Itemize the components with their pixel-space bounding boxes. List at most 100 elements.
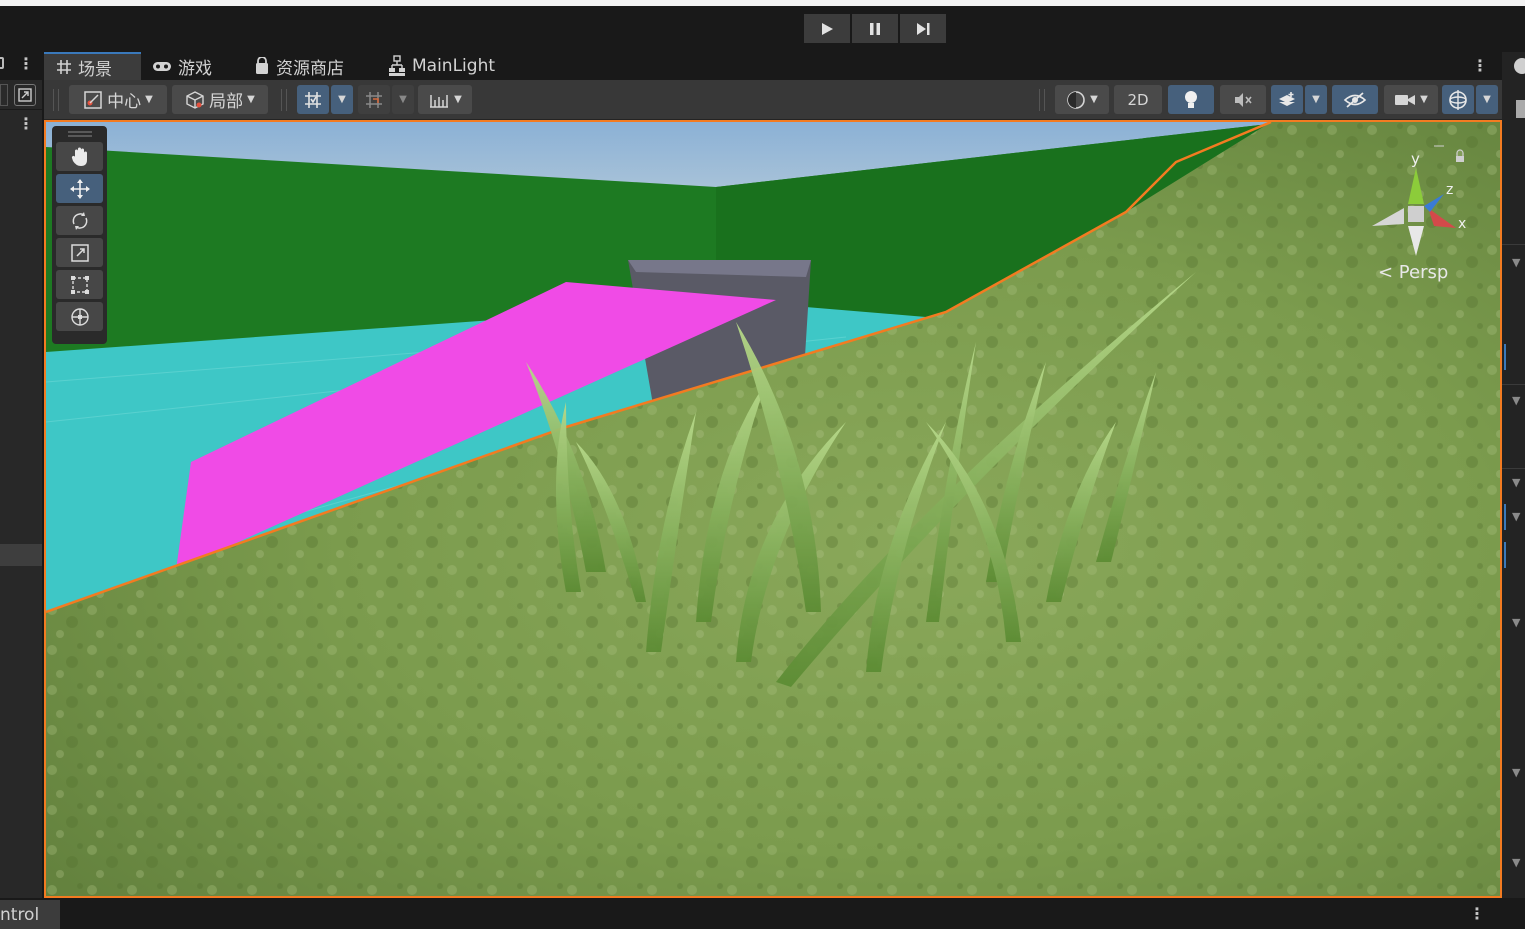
bottom-panel-tab-bar: ntrol ⋮ [0,898,1525,929]
scene-toolbar: 中心 ▼ 局部 ▼ ▼ ▼ ▼ ▼ 2D ▼ ▼ ▼ [44,80,1502,120]
play-controls [804,14,946,43]
tab-label: 场景 [78,59,112,80]
lighting-toggle[interactable] [1168,85,1214,114]
palette-drag-handle[interactable] [56,129,103,139]
effects-toggle[interactable] [1271,85,1303,114]
move-tool-button[interactable] [56,174,103,203]
selected-row[interactable] [0,544,42,566]
transform-tool-button[interactable] [56,302,103,331]
shading-mode-dropdown[interactable]: ▼ [1055,85,1109,114]
grid-snap-icon [303,90,323,110]
mode-2d-label: 2D [1127,90,1149,109]
panel-divider [1502,244,1525,245]
axis-neg-x-cone[interactable] [1372,208,1404,226]
pause-button[interactable] [852,14,898,43]
kebab-menu-icon[interactable]: ⋮ [1472,56,1488,75]
scene-viewport[interactable]: y z x < Persp [44,120,1502,898]
tab-label: MainLight [412,56,496,76]
shading-sphere-icon [1066,90,1086,110]
gizmos-dropdown[interactable]: ▼ [1476,85,1498,114]
increment-snap-toggle[interactable] [358,85,390,114]
hierarchy-panel: ⋮ ⋮ [0,52,42,898]
hierarchy-tab-header: ⋮ [0,52,42,80]
toolbar-separator [281,89,287,111]
step-button[interactable] [900,14,946,43]
effects-dropdown[interactable]: ▼ [1305,85,1327,114]
grid-snapping-dropdown[interactable]: ▼ [331,85,353,114]
lock-icon[interactable] [0,57,4,69]
pivot-dropdown[interactable]: 中心 ▼ [69,85,167,114]
search-field-edge[interactable] [0,84,8,106]
rect-transform-icon [69,274,91,296]
foldout-arrow-icon[interactable]: ▼ [1512,394,1520,407]
hand-tool-button[interactable] [56,142,103,171]
increment-snap-dropdown[interactable]: ▼ [392,85,414,114]
scene-visibility-toggle[interactable] [1332,85,1378,114]
camera-dropdown[interactable]: ▼ [1384,85,1438,114]
foldout-arrow-icon[interactable]: ▼ [1512,476,1520,489]
scene-grid-icon [56,59,72,75]
foldout-arrow-icon[interactable]: ▼ [1512,256,1520,269]
kebab-menu-icon[interactable]: ⋮ [18,54,34,73]
ruler-dropdown[interactable]: ▼ [418,85,472,114]
panel-divider [1502,384,1525,385]
chevron-down-icon: ▼ [145,94,153,105]
scale-tool-button[interactable] [56,238,103,267]
space-label: 局部 [209,92,244,112]
chevron-down-icon: ▼ [247,94,255,105]
tab-asset-store[interactable]: 资源商店 [254,52,344,80]
tab-control[interactable]: ntrol [0,900,60,929]
foldout-arrow-icon[interactable]: ▼ [1512,856,1520,869]
foldout-arrow-icon[interactable]: ▼ [1512,510,1520,523]
rotate-tool-button[interactable] [56,206,103,235]
scale-icon [69,242,91,264]
tab-label: 资源商店 [276,58,344,79]
foldout-arrow-icon[interactable]: ▼ [1512,616,1520,629]
pivot-center-icon [83,90,103,110]
axis-y-cone[interactable] [1408,168,1424,204]
play-button[interactable] [804,14,850,43]
gizmo-center-cube[interactable] [1408,206,1424,222]
chevron-down-icon: ▼ [1312,94,1320,105]
move-arrows-icon [69,178,91,200]
kebab-menu-icon[interactable]: ⋮ [18,114,34,133]
tab-label: 游戏 [178,58,212,79]
rect-tool-button[interactable] [56,270,103,299]
increment-snap-icon [364,90,384,110]
tab-game[interactable]: 游戏 [152,52,212,80]
local-cube-icon [185,90,205,110]
mode-2d-toggle[interactable]: 2D [1114,85,1162,114]
info-icon[interactable] [1514,58,1525,74]
kebab-menu-icon[interactable]: ⋮ [1469,904,1485,923]
tab-label: ntrol [0,904,40,925]
ruler-icon [428,91,450,109]
play-toolbar [0,6,1525,52]
maximize-icon[interactable] [14,84,36,106]
accent-line [1504,344,1506,370]
tab-scene[interactable]: 场景 [44,52,141,80]
tab-mainlight[interactable]: MainLight [388,52,495,80]
axis-neg-y-cone[interactable] [1408,226,1424,256]
grid-snapping-toggle[interactable] [297,85,329,114]
audio-toggle[interactable] [1220,85,1266,114]
lock-icon[interactable] [1456,156,1464,162]
gizmos-toggle[interactable] [1442,85,1474,114]
space-dropdown[interactable]: 局部 ▼ [172,85,268,114]
scene-render[interactable] [46,122,1500,896]
axis-z-label: z [1446,182,1453,198]
chevron-down-icon: ▼ [1090,94,1098,105]
accent-line [1504,504,1506,530]
foldout-arrow-icon[interactable]: ▼ [1512,766,1520,779]
shopping-bag-icon [254,57,270,75]
chevron-down-icon: ▼ [338,94,346,105]
projection-label[interactable]: < Persp [1378,262,1448,283]
hidden-eye-icon [1343,91,1367,109]
chevron-down-icon: ▼ [1420,94,1428,105]
chevron-down-icon: ▼ [1483,94,1491,105]
inspector-panel: ▼ ▼ ▼ ▼ ▼ ▼ ▼ [1502,52,1525,898]
axis-y-label: y [1411,150,1420,168]
gizmo-orbit-icon [1447,89,1469,111]
axis-z-cone[interactable] [1424,194,1444,212]
axis-x-cone[interactable] [1428,208,1456,228]
rotate-icon [69,210,91,232]
